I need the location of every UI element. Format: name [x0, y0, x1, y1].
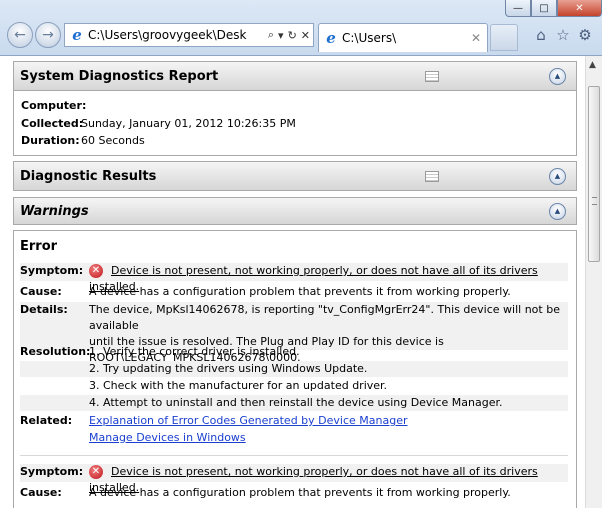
- page-content: System Diagnostics Report ▲ Computer: Co…: [0, 56, 585, 508]
- details-label: Details:: [20, 303, 68, 316]
- cause-row-2: Cause: A device has a configuration prob…: [20, 485, 568, 501]
- forward-button[interactable]: →: [35, 22, 61, 48]
- ie-page-icon: e: [72, 26, 82, 44]
- error-title: Error: [20, 239, 58, 254]
- vertical-scrollbar[interactable]: ▲: [585, 56, 602, 508]
- minimize-button[interactable]: —: [505, 0, 531, 17]
- address-input[interactable]: C:\Users\groovygeek\Desk: [88, 28, 264, 42]
- window-controls: — □ ✕: [505, 0, 602, 18]
- collapse-warnings-button[interactable]: ▲: [549, 202, 566, 220]
- duration-value: 60 Seconds: [81, 134, 145, 147]
- tab-title: C:\Users\: [342, 31, 397, 45]
- warnings-title: Warnings: [20, 203, 89, 219]
- cause-label: Cause:: [20, 285, 62, 298]
- collected-label: Collected:: [21, 117, 84, 130]
- report-title: System Diagnostics Report: [20, 68, 219, 84]
- duration-row: Duration: 60 Seconds: [21, 134, 145, 147]
- details-row: Details: The device, MpKsl14062678, is r…: [20, 302, 568, 364]
- diagnostic-results-title: Diagnostic Results: [20, 168, 157, 184]
- report-header: System Diagnostics Report ▲: [13, 61, 577, 91]
- computer-label: Computer:: [21, 99, 87, 112]
- diagnostic-results-header[interactable]: Diagnostic Results ▲: [13, 161, 577, 191]
- address-tools: ⌕ ▾ ↻ ✕: [264, 28, 313, 42]
- computer-row: Computer:: [21, 99, 87, 112]
- error-separator: [20, 455, 568, 456]
- scroll-up-icon[interactable]: ▲: [589, 60, 596, 70]
- address-bar[interactable]: e C:\Users\groovygeek\Desk ⌕ ▾ ↻ ✕: [64, 23, 314, 47]
- resolution-row-1: Resolution: 1. Verify the correct driver…: [20, 344, 568, 360]
- browser-chrome: — □ ✕ ← → e C:\Users\groovygeek\Desk ⌕ ▾…: [0, 0, 602, 56]
- error-icon: ✕: [89, 465, 103, 479]
- symptom-row-2: Symptom: ✕ Device is not present, not wor…: [20, 464, 568, 494]
- stop-icon[interactable]: ✕: [301, 29, 310, 42]
- related-label: Related:: [20, 414, 73, 427]
- maximize-button[interactable]: □: [531, 0, 557, 17]
- cause-value: A device has a configuration problem tha…: [89, 285, 511, 298]
- resolution-step: 3. Check with the manufacturer for an up…: [89, 379, 388, 392]
- browser-tab[interactable]: e C:\Users\ ✕: [318, 23, 488, 52]
- chevron-down-icon[interactable]: ▾: [278, 29, 284, 42]
- collected-row: Collected: Sunday, January 01, 2012 10:2…: [21, 117, 296, 130]
- details-line: The device, MpKsl14062678, is reporting …: [89, 303, 560, 332]
- tab-close-icon[interactable]: ✕: [471, 31, 481, 45]
- back-arrow-icon: ←: [14, 27, 26, 43]
- cause-label: Cause:: [20, 486, 62, 499]
- tab-ie-icon: e: [326, 29, 336, 47]
- collapse-report-button[interactable]: ▲: [549, 67, 566, 85]
- cause-value: A device has a configuration problem tha…: [89, 486, 511, 499]
- refresh-icon[interactable]: ↻: [288, 29, 297, 42]
- gear-icon[interactable]: ⚙: [574, 24, 596, 46]
- scrollbar-thumb[interactable]: [588, 86, 600, 262]
- resolution-step: 4. Attempt to uninstall and then reinsta…: [89, 396, 503, 409]
- resolution-row-3: 3. Check with the manufacturer for an up…: [20, 378, 568, 394]
- collapse-icon: ▲: [554, 72, 561, 80]
- scroll-grip-icon: [592, 197, 597, 205]
- search-icon[interactable]: ⌕: [268, 28, 274, 42]
- resolution-row-4: 4. Attempt to uninstall and then reinsta…: [20, 395, 568, 411]
- warnings-header[interactable]: Warnings ▲: [13, 197, 577, 225]
- favorites-star-icon[interactable]: ☆: [552, 24, 574, 46]
- related-link-error-codes[interactable]: Explanation of Error Codes Generated by …: [89, 413, 567, 429]
- collapse-results-button[interactable]: ▲: [549, 167, 566, 185]
- error-icon: ✕: [89, 264, 103, 278]
- navigation-buttons: ← →: [7, 22, 63, 48]
- forward-arrow-icon: →: [42, 27, 54, 43]
- related-link-manage-devices[interactable]: Manage Devices in Windows: [89, 430, 567, 446]
- duration-label: Duration:: [21, 134, 80, 147]
- cause-row: Cause: A device has a configuration prob…: [20, 284, 568, 300]
- collapse-icon: ▲: [554, 172, 561, 180]
- error-box: Error Symptom: ✕ Device is not present, n…: [13, 230, 577, 508]
- new-tab-button[interactable]: [490, 24, 518, 51]
- collapse-icon: ▲: [554, 207, 561, 215]
- table-view-icon[interactable]: [425, 170, 439, 182]
- home-icon[interactable]: ⌂: [530, 24, 552, 46]
- symptom-row: Symptom: ✕ Device is not present, not wor…: [20, 263, 568, 293]
- toolbar-icons: ⌂ ☆ ⚙: [530, 24, 596, 46]
- resolution-label: Resolution:: [20, 345, 91, 358]
- close-window-button[interactable]: ✕: [557, 0, 602, 17]
- resolution-step: 1. Verify the correct driver is installe…: [89, 345, 300, 358]
- resolution-step: 2. Try updating the drivers using Window…: [89, 362, 368, 375]
- related-row-1: Related: Explanation of Error Codes Gene…: [20, 413, 568, 429]
- resolution-row-2: 2. Try updating the drivers using Window…: [20, 361, 568, 377]
- back-button[interactable]: ←: [7, 22, 33, 48]
- symptom-label: Symptom:: [20, 465, 84, 478]
- table-view-icon[interactable]: [425, 70, 439, 82]
- symptom-label: Symptom:: [20, 264, 84, 277]
- related-row-2: Manage Devices in Windows: [20, 430, 568, 446]
- report-summary-box: Computer: Collected: Sunday, January 01,…: [13, 91, 577, 156]
- collected-value: Sunday, January 01, 2012 10:26:35 PM: [81, 117, 296, 130]
